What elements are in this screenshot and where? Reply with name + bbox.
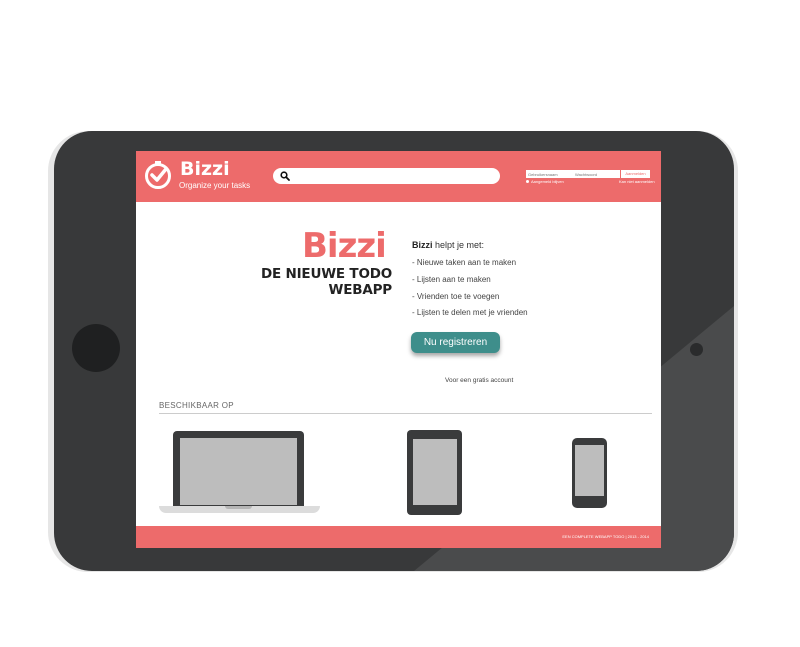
password-field[interactable]	[573, 170, 620, 178]
footer-text: EEN COMPLETE WEBAPP TODO | 2013 - 2014	[562, 534, 649, 539]
intro-rest: helpt je met:	[432, 240, 485, 250]
remember-me-checkbox[interactable]	[526, 180, 529, 183]
register-button[interactable]: Nu registreren	[411, 332, 500, 353]
footer: EEN COMPLETE WEBAPP TODO | 2013 - 2014	[136, 526, 661, 548]
remember-me-label: Aangemeld blijven	[531, 179, 564, 184]
login-button[interactable]: Aanmelden	[621, 170, 650, 178]
feature-item: - Vrienden toe te voegen	[412, 292, 500, 301]
hero-brand-name: Bizzi	[302, 226, 387, 266]
brand-tagline: Organize your tasks	[179, 181, 251, 190]
search-input[interactable]	[273, 168, 500, 184]
header: Bizzi Organize your tasks Aanmelden Aang…	[136, 151, 661, 202]
forgot-login-link[interactable]: Kan niet aanmelden	[619, 179, 655, 184]
feature-item: - Nieuwe taken aan te maken	[412, 258, 517, 267]
section-divider	[159, 413, 652, 414]
hero-title: DE NIEUWE TODO WEBAPP	[260, 266, 392, 298]
camera-icon	[690, 343, 703, 356]
phone-display	[575, 445, 604, 496]
laptop-notch	[225, 506, 252, 509]
brand-logo-name[interactable]: Bizzi	[180, 160, 230, 179]
feature-item: - Lijsten aan te maken	[412, 275, 491, 284]
feature-item: - Lijsten te delen met je vrienden	[412, 308, 528, 317]
intro-text: Bizzi helpt je met:	[412, 240, 484, 250]
screen: Bizzi Organize your tasks Aanmelden Aang…	[136, 151, 661, 548]
stopwatch-check-icon	[145, 161, 171, 189]
username-field[interactable]	[526, 170, 573, 178]
free-account-text: Voor een gratis account	[445, 377, 514, 384]
home-button[interactable]	[72, 324, 120, 372]
available-on-heading: BESCHIKBAAR OP	[159, 401, 234, 410]
laptop-display	[180, 438, 297, 505]
tablet-display	[413, 439, 457, 505]
search-icon	[280, 171, 290, 181]
intro-brand: Bizzi	[412, 240, 433, 250]
